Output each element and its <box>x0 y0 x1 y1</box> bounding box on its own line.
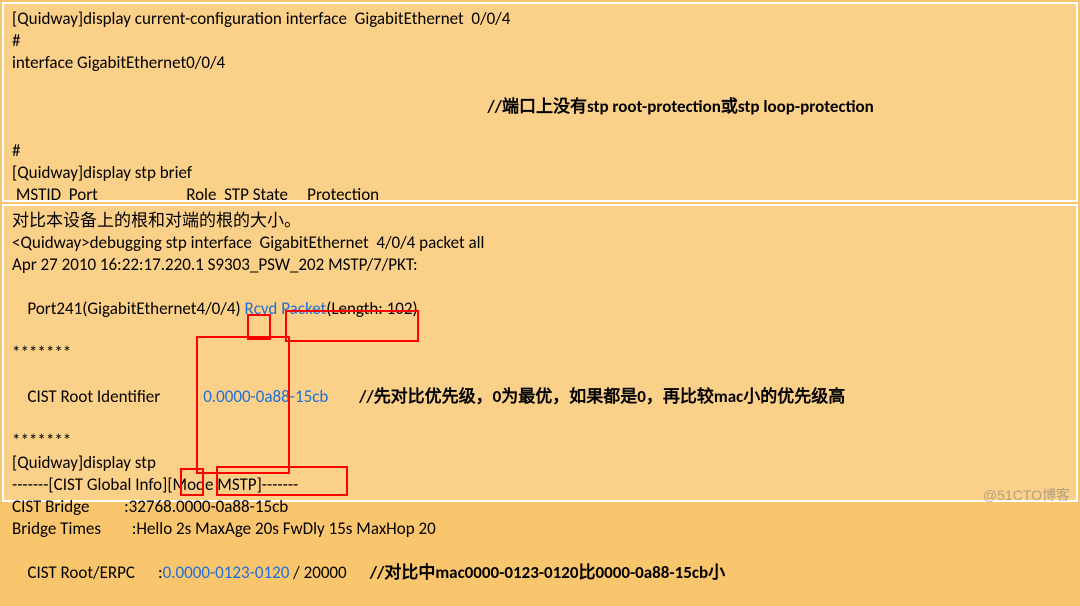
port-rcvd-packet: Port241(GigabitEthernet4/0/4) Rcvd Packe… <box>12 276 1068 342</box>
stp-brief-header: MSTID Port Role STP State Protection <box>12 184 1068 206</box>
top-config-panel: [Quidway]display current-configuration i… <box>2 2 1078 202</box>
rcvd-packet-label: Rcvd Packet <box>244 298 326 319</box>
cmd-display-current-config: [Quidway]display current-configuration i… <box>12 8 1068 30</box>
cist-root-erpc-value: 0.0000-0123-0120 <box>163 562 290 583</box>
cist-root-identifier: CIST Root Identifier : 0.0000-0a88-15cb … <box>12 364 1068 430</box>
compare-root-text: 对比本设备上的根和对端的根的大小。 <box>12 210 1068 232</box>
stars-1: ******* <box>12 342 1068 364</box>
cist-bridge: CIST Bridge :32768.0000-0a88-15cb <box>12 496 1068 518</box>
cmd-debugging-stp: <Quidway>debugging stp interface Gigabit… <box>12 232 1068 254</box>
stars-2: ******* <box>12 430 1068 452</box>
cmd-display-stp: [Quidway]display stp <box>12 452 1068 474</box>
bridge-times: Bridge Times :Hello 2s MaxAge 20s FwDly … <box>12 518 1068 540</box>
interface-line: interface GigabitEthernet0/0/4 <box>12 52 1068 74</box>
comment-priority: //先对比优先级，0为最优，如果都是0，再比较mac小的优先级高 <box>359 386 845 407</box>
watermark: @51CTO博客 <box>983 484 1070 506</box>
cist-global-info-header: -------[CIST Global Info][Mode MSTP]----… <box>12 474 1068 496</box>
hash-mark: # <box>12 30 1068 52</box>
cist-root-erpc: CIST Root/ERPC :0.0000-0123-0120 / 20000… <box>12 540 1068 606</box>
timestamp-line: Apr 27 2010 16:22:17.220.1 S9303_PSW_202… <box>12 254 1068 276</box>
cist-root-id-value: 0.0000-0a88-15cb <box>203 386 328 407</box>
comment-text: //端口上没有stp root-protection或stp loop-prot… <box>487 96 873 117</box>
bottom-debug-panel: 对比本设备上的根和对端的根的大小。 <Quidway>debugging stp… <box>2 204 1078 502</box>
hash-mark-2: # <box>12 140 1068 162</box>
comment-mac-compare: //对比中mac0000-0123-0120比0000-0a88-15cb小 <box>370 562 725 583</box>
cmd-display-stp-brief: [Quidway]display stp brief <box>12 162 1068 184</box>
comment-no-protection: //端口上没有stp root-protection或stp loop-prot… <box>12 74 1068 140</box>
